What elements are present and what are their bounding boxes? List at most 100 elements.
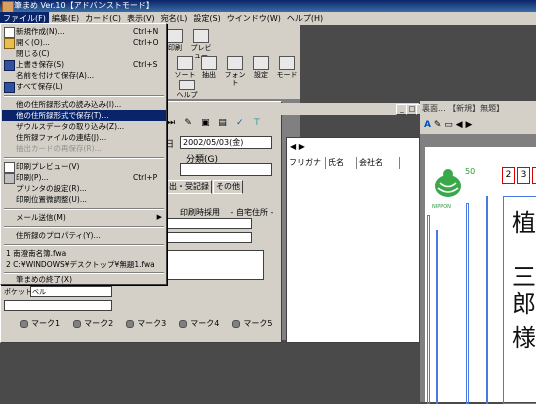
menu-item-print-preview[interactable]: 印刷プレビュー(V) <box>2 161 166 173</box>
name-char: 植 <box>512 209 536 237</box>
sort-button[interactable]: ソート <box>174 54 196 81</box>
extra-field[interactable] <box>4 300 112 311</box>
prev-arrow-icon[interactable]: ◀ <box>456 120 463 130</box>
font-button[interactable]: フォント <box>224 54 246 87</box>
menu-item-send-mail[interactable]: メール送信(M) ▶ <box>2 212 166 223</box>
menu-separator <box>4 157 164 159</box>
copy-icon[interactable]: ▣ <box>199 117 211 129</box>
file-menu: 新規作成(N)... Ctrl+N 開く(O)... Ctrl+O 閉じる(C) 上… <box>0 23 167 285</box>
postal-code-boxes: 2 3 <box>502 167 536 184</box>
guide-line <box>466 203 469 404</box>
mark-2[interactable]: マーク2 <box>73 318 113 330</box>
submenu-arrow-icon: ▶ <box>156 213 162 221</box>
list-nav-arrows[interactable]: ◀ ▶ <box>290 142 305 151</box>
gear-icon <box>253 56 269 70</box>
menu-separator <box>4 244 164 246</box>
menu-item-import[interactable]: 他の住所録形式の読み込み(I)... <box>2 99 166 110</box>
guide-line <box>436 230 438 404</box>
menu-item-open[interactable]: 開く(O)... Ctrl+O <box>2 37 166 49</box>
menu-separator <box>4 95 164 97</box>
column-company[interactable]: 会社名 <box>357 157 400 169</box>
tool-icon[interactable]: ✎ <box>182 117 194 129</box>
address-book-toolbar: ⏭ ✎ ▣ ▤ ✓ ⊤ <box>165 117 285 134</box>
date-field[interactable]: 2002/05/03(金) <box>180 136 272 149</box>
mark-row: マーク1 マーク2 マーク3 マーク4 マーク5 <box>0 318 282 330</box>
menu-item-print-adjust[interactable]: 印刷位置微調整(U)... <box>2 194 166 205</box>
print-adoption-label: 印刷時採用 <box>180 208 220 217</box>
home-address-label: - 自宅住所 - <box>230 208 274 217</box>
preview-title: 裏面... 【新規】無題】 <box>422 104 505 113</box>
menu-item-zaurus-import[interactable]: ザウルスデータの取り込み(Z)... <box>2 121 166 132</box>
next-arrow-icon[interactable]: ▶ <box>465 120 472 130</box>
postal-digit: 3 <box>517 167 530 184</box>
column-furigana[interactable]: フリガナ <box>287 157 326 169</box>
menu-item-properties[interactable]: 住所録のプロパティ(Y)... <box>2 230 166 241</box>
guide-line <box>486 196 488 404</box>
menu-window[interactable]: ウインドウ(W) <box>224 12 284 25</box>
save-all-icon <box>4 82 15 93</box>
tab-records[interactable]: 出・受記録 <box>166 180 212 194</box>
shape-icon[interactable]: ▭ <box>444 120 453 130</box>
menu-item-printer-setup[interactable]: プリンタの設定(R)... <box>2 183 166 194</box>
help-button[interactable]: ヘルプ <box>176 78 198 99</box>
tab-other[interactable]: その他 <box>213 180 243 194</box>
stamp-value: 50 <box>465 167 476 176</box>
menu-item-close[interactable]: 閉じる(C) <box>2 48 166 59</box>
print-adoption-row: 印刷時採用 - 自宅住所 - <box>180 207 273 218</box>
title-bar: 筆まめ Ver.10【アドバンストモード】 <box>0 0 536 13</box>
check-icon[interactable]: ✓ <box>234 117 246 129</box>
print-button[interactable]: 印刷 <box>164 27 186 54</box>
notes-field[interactable] <box>166 250 264 280</box>
menu-settings[interactable]: 設定(S) <box>190 12 223 25</box>
address-field-1[interactable] <box>166 218 252 229</box>
menu-item-exit[interactable]: 筆まめの終了(X) <box>2 274 166 285</box>
menu-item-new[interactable]: 新規作成(N)... Ctrl+N <box>2 26 166 38</box>
column-name[interactable]: 氏名 <box>326 157 357 169</box>
name-char: 郎 <box>512 290 536 318</box>
settings-button[interactable]: 設定 <box>250 54 272 81</box>
menu-item-recent-1[interactable]: 1 南澄南名簿.fwa <box>2 248 166 259</box>
pen-icon[interactable]: ✎ <box>434 120 442 130</box>
paste-icon[interactable]: ▤ <box>217 117 229 129</box>
menu-item-export[interactable]: 他の住所録形式で保存(T)... <box>2 110 166 121</box>
pocketbell-label: ポケットベル <box>4 288 46 296</box>
help-icon <box>179 80 195 90</box>
extract-button[interactable]: 抽出 <box>198 54 220 81</box>
menu-item-save-all[interactable]: すべて保存(L) <box>2 81 166 93</box>
mode-icon <box>279 56 295 70</box>
sort-icon <box>177 56 193 70</box>
name-char: 様 <box>512 324 536 352</box>
address-field-2[interactable] <box>166 232 252 243</box>
mark-3[interactable]: マーク3 <box>126 318 166 330</box>
stamp-image <box>432 166 464 204</box>
menu-item-print[interactable]: 印刷(P)... Ctrl+P <box>2 172 166 184</box>
mark-1[interactable]: マーク1 <box>20 318 60 330</box>
text-tool-icon[interactable]: A <box>424 120 431 130</box>
preview-toolbar: A ✎ ▭ ◀ ▶ <box>420 117 536 133</box>
menu-separator <box>4 208 164 210</box>
postal-digit: 2 <box>502 167 515 184</box>
address-book-title-bar <box>165 103 419 115</box>
menu-item-resave-extract: 抽出カードの再保存(R)... <box>16 144 102 153</box>
menu-item-save[interactable]: 上書き保存(S) Ctrl+S <box>2 59 166 71</box>
font-icon <box>227 56 243 70</box>
printer-icon <box>167 29 183 43</box>
category-select[interactable] <box>180 163 272 176</box>
preview-icon <box>193 29 209 43</box>
guide-line <box>427 215 430 404</box>
menu-separator <box>4 226 164 228</box>
list-header: フリガナ 氏名 会社名 <box>287 157 419 169</box>
window-title: 筆まめ Ver.10【アドバンストモード】 <box>14 1 154 10</box>
menu-item-recent-2[interactable]: 2 C:¥WINDOWS¥デスクトップ¥無題1.fwa <box>2 259 166 270</box>
menu-item-concatenate[interactable]: 住所録ファイルの連結(J)... <box>2 132 166 143</box>
filter-icon[interactable]: ⊤ <box>251 117 263 129</box>
menu-help[interactable]: ヘルプ(H) <box>284 12 326 25</box>
preview-button[interactable]: プレビュー <box>190 27 212 60</box>
postal-digit <box>532 167 536 184</box>
menu-item-save-as[interactable]: 名前を付けて保存(A)... <box>2 70 166 81</box>
form-tabs: 出・受記録 その他 <box>166 180 276 194</box>
filter-icon <box>201 56 217 70</box>
mark-4[interactable]: マーク4 <box>179 318 219 330</box>
mode-button[interactable]: モード <box>276 54 298 81</box>
mark-5[interactable]: マーク5 <box>232 318 272 330</box>
